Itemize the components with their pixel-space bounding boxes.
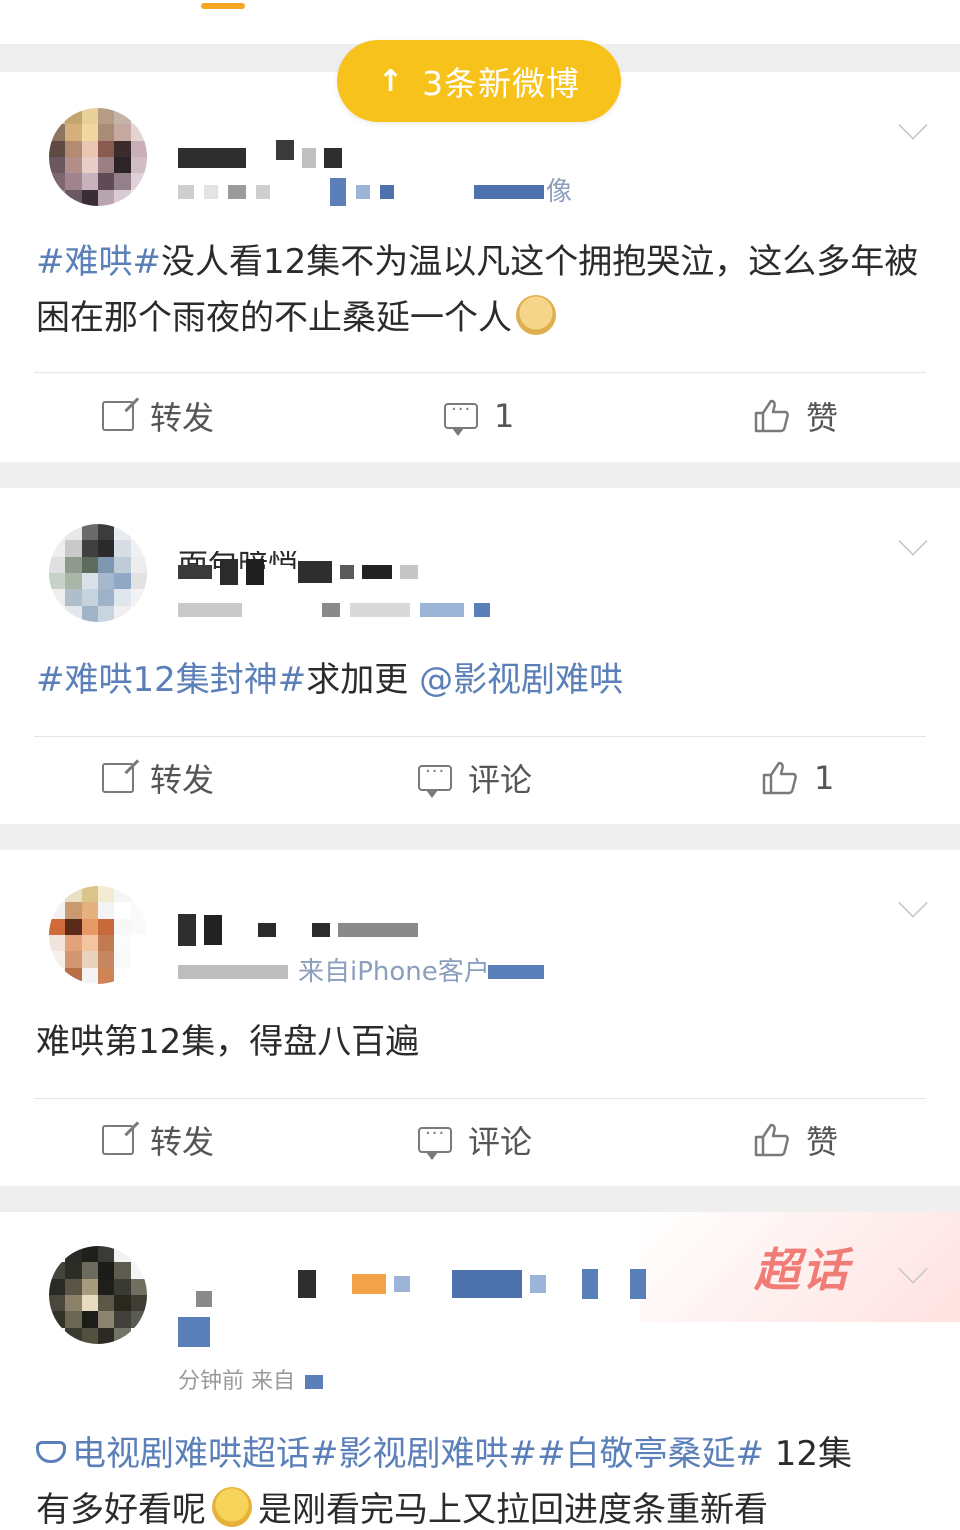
crying-face-emoji-icon: [212, 1487, 252, 1527]
thumbs-up-icon: [754, 1123, 789, 1157]
username-redacted-line2: [178, 1317, 210, 1347]
repost-button[interactable]: 转发: [102, 755, 214, 801]
divider: [34, 736, 926, 737]
mention-link[interactable]: @影视剧难哄: [419, 660, 623, 700]
comment-button[interactable]: 评论: [418, 1117, 532, 1163]
action-bar: 转发 评论 赞: [0, 1100, 960, 1180]
post-text: #难哄#没人看12集不为温以凡这个拥抱哭泣，这么多年被困在那个雨夜的不止桑延一个…: [36, 234, 920, 346]
post-body: 难哄第12集，得盘八百遍: [36, 1022, 420, 1062]
new-posts-button[interactable]: ↑ 3条新微博: [337, 40, 621, 122]
comment-button[interactable]: 1: [444, 397, 515, 436]
post-body-line2: 有多好看呢: [36, 1490, 206, 1530]
username-redacted[interactable]: [196, 1269, 646, 1307]
post-meta-redacted: 像: [178, 177, 573, 207]
post-body: 没人看12集不为温以凡这个拥抱哭泣，这么多年被困在那个雨夜的不止桑延一个人: [36, 242, 919, 338]
username-redacted-blocks: [178, 558, 418, 586]
hashtag-link[interactable]: #难哄#: [36, 242, 161, 282]
hashtag-link[interactable]: #难哄12集封神#: [36, 660, 306, 700]
new-posts-label: 3条新微博: [422, 64, 581, 103]
username-redacted[interactable]: [178, 914, 418, 946]
repost-button[interactable]: 转发: [102, 393, 214, 439]
repost-icon: [102, 401, 134, 431]
repost-icon: [102, 1125, 134, 1155]
like-label: 赞: [806, 1123, 839, 1161]
post-source-fragment: 分钟前 来自: [178, 1369, 295, 1394]
comment-icon: [444, 399, 478, 436]
thumbs-up-icon: [762, 761, 797, 795]
post-text: 电视剧难哄超话#影视剧难哄##白敬亭桑延# 12集 有多好看呢 是刚看完马上又拉回…: [36, 1426, 924, 1530]
post-text: #难哄12集封神#求加更 @影视剧难哄: [36, 652, 920, 708]
comment-label: 评论: [468, 1123, 533, 1161]
chevron-down-icon[interactable]: [898, 110, 928, 140]
repost-label: 转发: [150, 399, 215, 437]
feed-card: 面包暗悄 #难哄12集封神#求加更 @影视剧难哄 转发 评论 1: [0, 488, 960, 824]
divider: [34, 1098, 926, 1099]
username-redacted[interactable]: [178, 140, 342, 172]
chaohua-badge[interactable]: 超话: [754, 1234, 850, 1300]
post-text: 难哄第12集，得盘八百遍: [36, 1014, 920, 1070]
super-topic-icon: [36, 1441, 66, 1463]
feed-card: 超话 分钟前 来自 电视剧难哄超话#影视剧难哄##白敬亭桑延# 12集 有多好看…: [0, 1212, 960, 1530]
like-button[interactable]: 赞: [754, 1117, 838, 1163]
up-arrow-icon: ↑: [377, 63, 405, 99]
comment-count: 1: [494, 397, 515, 435]
comment-icon: [418, 761, 452, 798]
repost-button[interactable]: 转发: [102, 1117, 214, 1163]
active-tab-indicator: [201, 3, 245, 9]
post-body-line3: 是刚看完马上又拉回进度条重新看: [258, 1490, 768, 1530]
avatar[interactable]: [49, 524, 147, 622]
action-bar: 转发 1 赞: [0, 376, 960, 456]
comment-icon: [418, 1123, 452, 1160]
feed-card: 来自iPhone客户 难哄第12集，得盘八百遍 转发 评论 赞: [0, 850, 960, 1186]
top-tab-strip: [0, 0, 960, 44]
repost-label: 转发: [150, 761, 215, 799]
like-button[interactable]: 赞: [754, 393, 838, 439]
avatar[interactable]: [49, 886, 147, 984]
feed-card: 像 #难哄#没人看12集不为温以凡这个拥抱哭泣，这么多年被困在那个雨夜的不止桑延…: [0, 72, 960, 462]
like-button[interactable]: 1: [762, 759, 834, 797]
chevron-down-icon[interactable]: [898, 888, 928, 918]
chevron-down-icon[interactable]: [898, 526, 928, 556]
post-source-fragment: 来自iPhone客户: [298, 957, 490, 987]
post-meta-redacted: 分钟前 来自: [178, 1369, 323, 1394]
post-meta-redacted: 来自iPhone客户: [178, 957, 544, 987]
avatar[interactable]: [49, 1246, 147, 1344]
repost-label: 转发: [150, 1123, 215, 1161]
crying-dog-emoji-icon: [516, 295, 556, 335]
like-label: 赞: [806, 399, 839, 437]
post-body: 求加更: [306, 660, 409, 700]
comment-button[interactable]: 评论: [418, 755, 532, 801]
action-bar: 转发 评论 1: [0, 738, 960, 818]
like-count: 1: [814, 759, 835, 797]
hashtag-link[interactable]: #影视剧难哄#: [310, 1434, 537, 1474]
repost-icon: [102, 763, 134, 793]
divider: [34, 372, 926, 373]
hashtag-link[interactable]: #白敬亭桑延#: [537, 1434, 764, 1474]
avatar[interactable]: [49, 108, 147, 206]
post-source-fragment: 像: [546, 177, 573, 207]
super-topic-link[interactable]: 电视剧难哄超话: [72, 1434, 310, 1474]
post-meta-redacted: [178, 600, 490, 620]
comment-label: 评论: [468, 761, 533, 799]
post-body: 12集: [763, 1434, 853, 1474]
thumbs-up-icon: [754, 399, 789, 433]
